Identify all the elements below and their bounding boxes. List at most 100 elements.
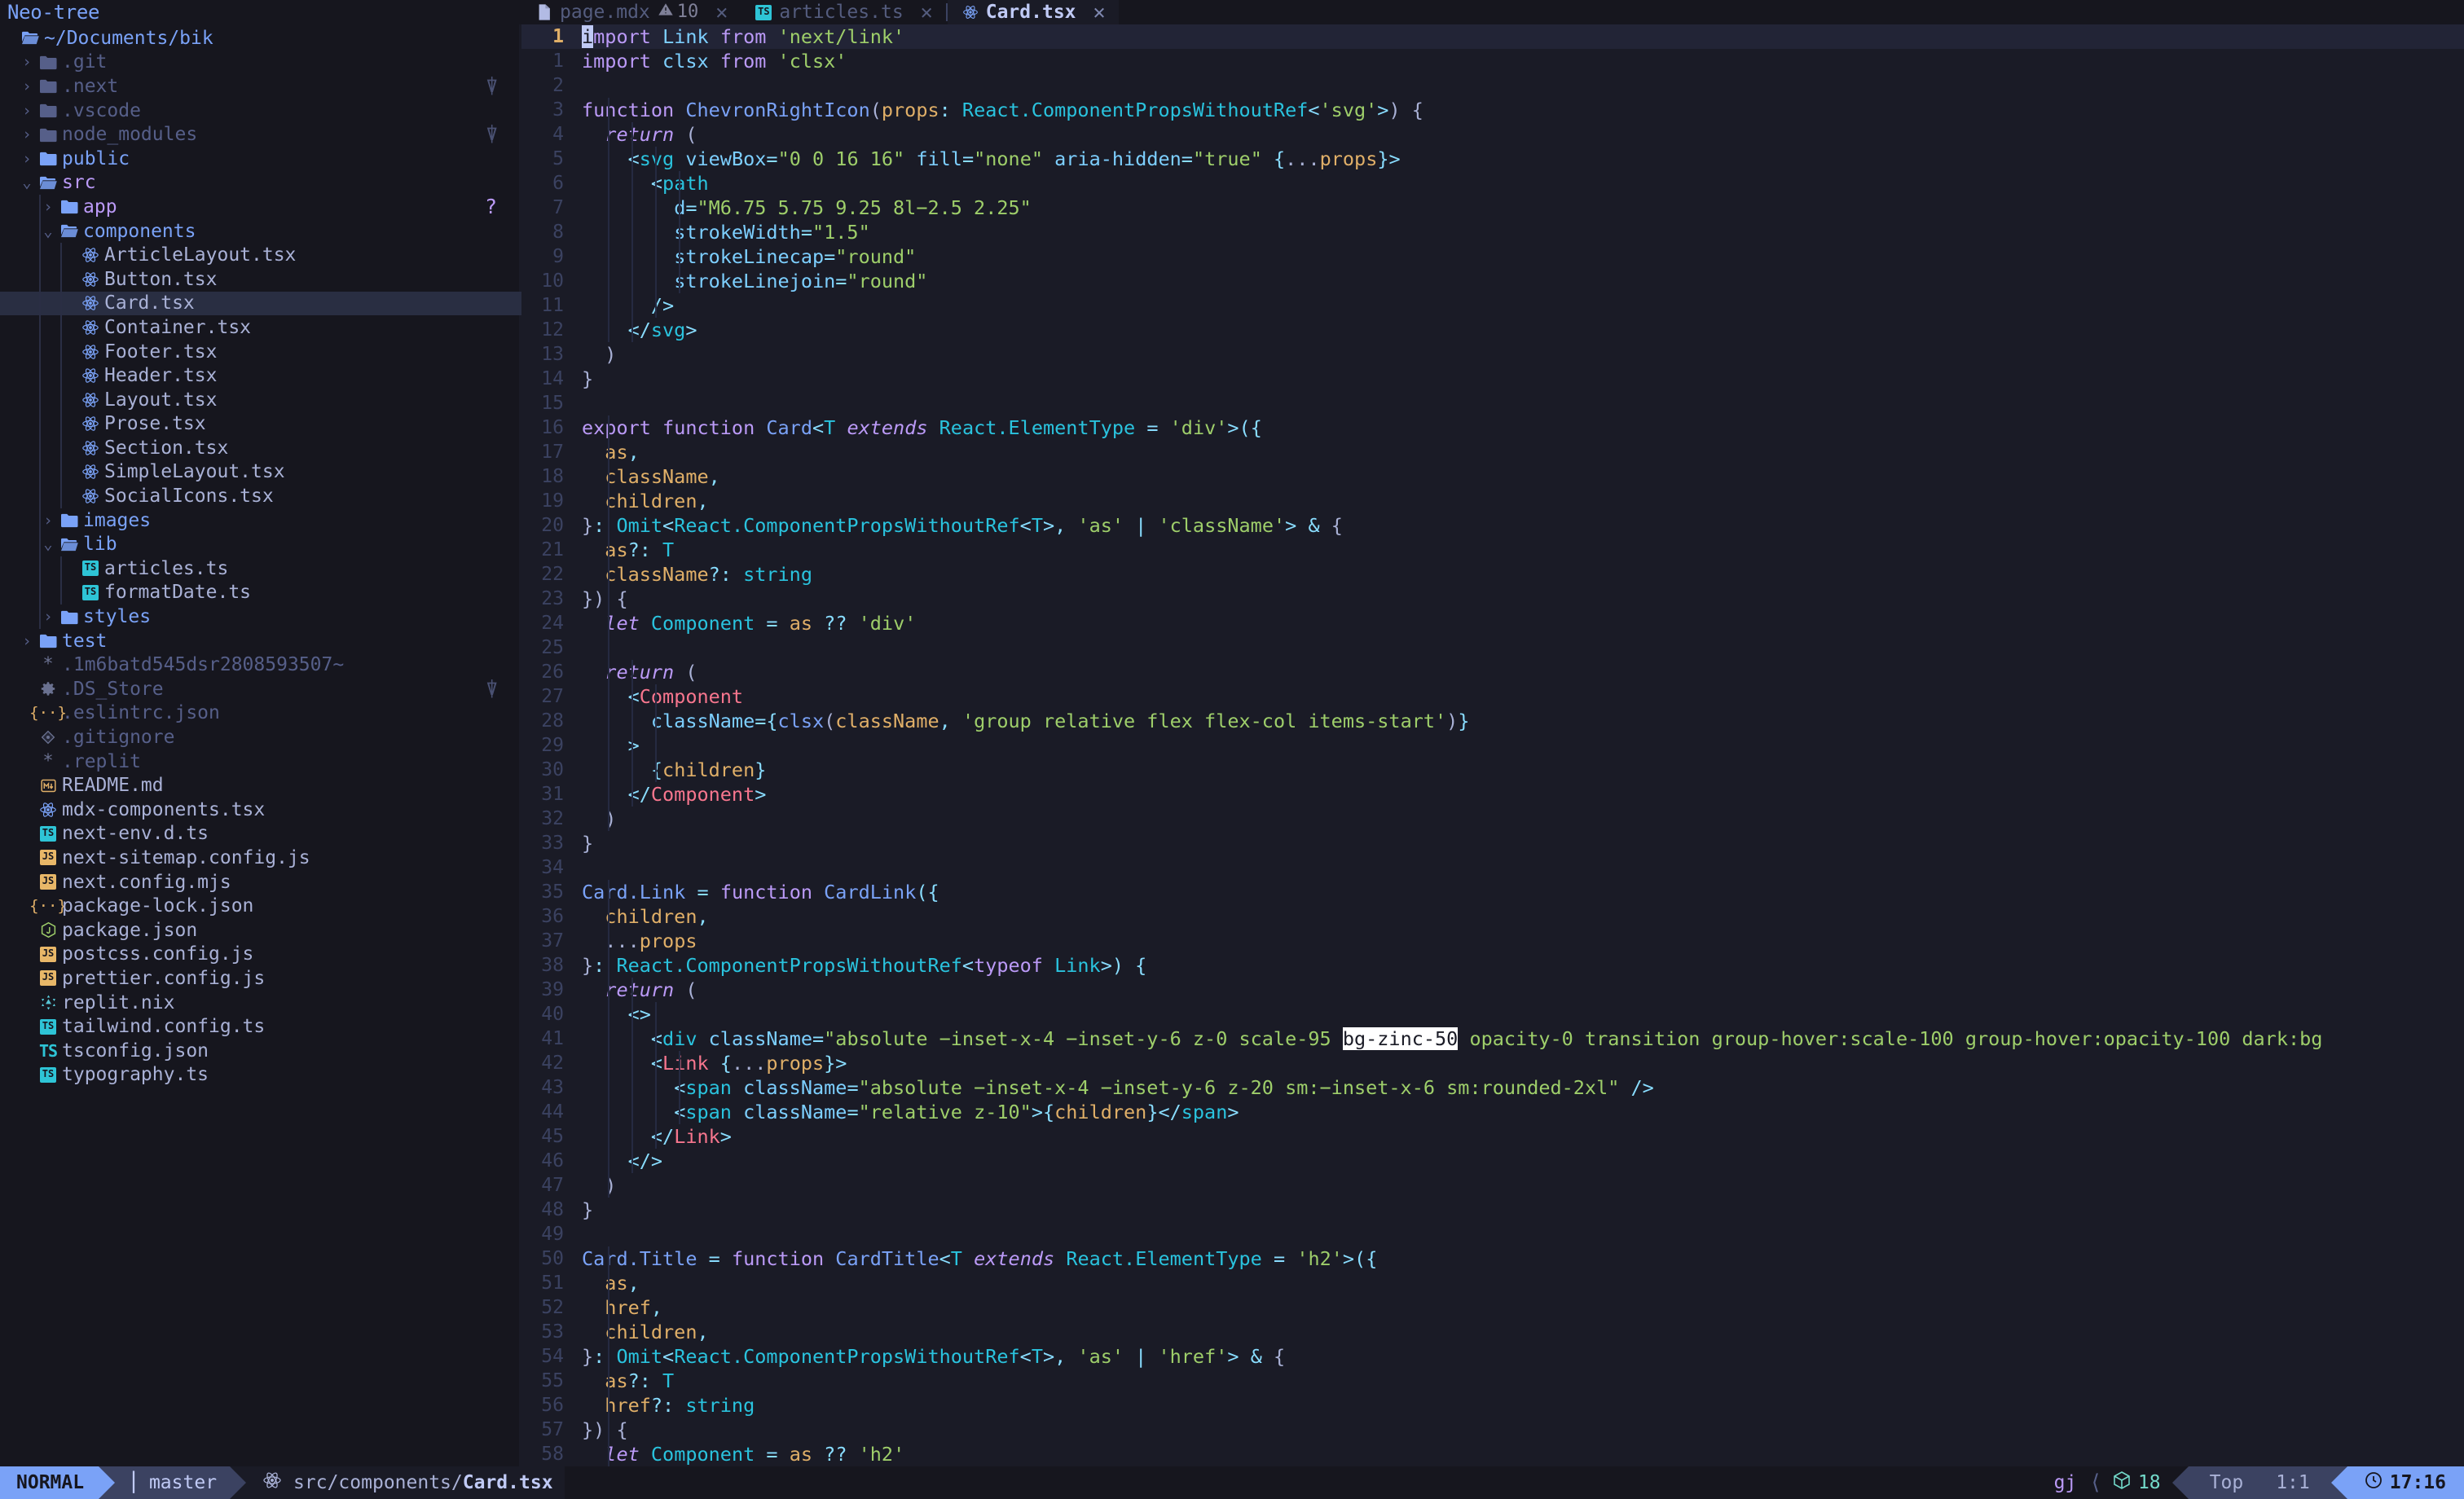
line-content: <svg viewBox="0 0 16 16" fill="none" ari… — [627, 147, 1401, 170]
tab-close-button[interactable]: ✕ — [911, 0, 933, 24]
statusline-right: gj ⟨ 18 Top 1:1 17:16 — [2042, 1466, 2464, 1499]
folder-open-icon — [36, 174, 60, 191]
tab-close-button[interactable]: ✕ — [706, 0, 728, 24]
chevron-right-icon[interactable]: › — [39, 512, 57, 530]
file-explorer-sidebar[interactable]: ~/Documents/bik › .git › .next ⍒ › .vscode › node… — [0, 24, 521, 1466]
line-number: 24 — [541, 613, 564, 634]
file-tree-folder[interactable]: › node_modules ⍒ — [0, 122, 521, 147]
code-line: 23}) { — [521, 587, 2464, 611]
code-line: 17 as, — [521, 440, 2464, 464]
chevron-right-icon[interactable]: › — [18, 125, 36, 143]
file-tree-item[interactable]: TS tsconfig.json — [0, 1039, 521, 1063]
file-tree-item[interactable]: Card.tsx — [0, 291, 521, 316]
tree-guide-line — [60, 556, 62, 605]
chevron-right-icon[interactable]: › — [39, 198, 57, 216]
file-tree-folder[interactable]: › images — [0, 508, 521, 533]
chevron-down-icon[interactable]: ⌄ — [39, 222, 57, 240]
file-tree-item[interactable]: README.md — [0, 773, 521, 798]
file-tree-folder[interactable]: ⌄ components — [0, 219, 521, 244]
file-tree-item[interactable]: * .1m6batd545dsr2808593507~ — [0, 653, 521, 677]
chevron-right-icon[interactable]: › — [39, 608, 57, 626]
file-tree-item[interactable]: TS next-env.d.ts — [0, 822, 521, 846]
file-tree-folder[interactable]: ⌄ lib — [0, 532, 521, 556]
file-tree-item[interactable]: * .replit — [0, 750, 521, 774]
file-tree-item[interactable]: Section.tsx — [0, 436, 521, 460]
code-line: 45 </Link> — [521, 1124, 2464, 1149]
line-content: </> — [627, 1150, 663, 1172]
file-tree-root[interactable]: ~/Documents/bik — [0, 26, 521, 51]
file-tree-item[interactable]: Footer.tsx — [0, 340, 521, 364]
line-number: 30 — [541, 759, 564, 780]
chevron-right-icon[interactable]: › — [18, 150, 36, 168]
file-tree-item-label: Layout.tsx — [104, 389, 218, 411]
tab-close-button[interactable]: ✕ — [1084, 0, 1106, 24]
file-tree-item[interactable]: TS tailwind.config.ts — [0, 1014, 521, 1039]
file-tree-folder[interactable]: › app? — [0, 195, 521, 219]
file-tree-folder[interactable]: › .next ⍒ — [0, 74, 521, 99]
chevron-right-icon[interactable]: › — [18, 53, 36, 71]
line-content: }) { — [582, 1418, 628, 1441]
file-tree-item[interactable]: package.json — [0, 918, 521, 943]
file-tree-item[interactable]: TS formatDate.ts — [0, 581, 521, 605]
file-tree-item[interactable]: ArticleLayout.tsx — [0, 243, 521, 267]
file-tree-item[interactable]: Button.tsx — [0, 267, 521, 292]
code-line: 48} — [521, 1198, 2464, 1222]
file-tree-item[interactable]: Header.tsx — [0, 363, 521, 388]
top-row: Neo-tree page.mdx 10 ✕ TS articles.ts ✕ Card.t… — [0, 0, 2464, 24]
folder-open-icon — [18, 29, 42, 46]
file-tree-folder[interactable]: › .git — [0, 51, 521, 75]
file-tree-folder[interactable]: › test — [0, 629, 521, 653]
file-tree-folder[interactable]: › public — [0, 147, 521, 171]
file-tree-item-label: styles — [83, 606, 152, 628]
file-tree-item[interactable]: JS next-sitemap.config.js — [0, 846, 521, 870]
line-content: <span className="absolute −inset-x-4 −in… — [674, 1076, 1654, 1099]
chevron-down-icon[interactable]: ⌄ — [18, 174, 36, 191]
file-tree-item[interactable]: JS postcss.config.js — [0, 943, 521, 967]
file-tree-item-label: prettier.config.js — [62, 967, 266, 989]
file-tree-item[interactable]: TS typography.ts — [0, 1063, 521, 1088]
line-content: d="M6.75 5.75 9.25 8l−2.5 2.25" — [674, 196, 1032, 219]
git-branch-icon: ⎮ — [128, 1472, 139, 1493]
file-tree-item[interactable]: .DS_Store ⍒ — [0, 677, 521, 701]
file-tree-item[interactable]: SocialIcons.tsx — [0, 484, 521, 508]
file-tree-item-label: SimpleLayout.tsx — [104, 461, 285, 483]
code-line: 22 className?: string — [521, 562, 2464, 587]
file-tree-folder[interactable]: ⌄ src — [0, 171, 521, 196]
file-tree-item-label: .eslintrc.json — [62, 702, 220, 724]
file-tree-item[interactable]: replit.nix — [0, 991, 521, 1015]
code-line: 24 let Component = as ?? 'div' — [521, 611, 2464, 635]
file-tree-item[interactable]: mdx-components.tsx — [0, 798, 521, 822]
file-tree-item[interactable]: JS prettier.config.js — [0, 966, 521, 991]
line-number: 25 — [541, 637, 564, 658]
file-tree-item[interactable]: TS articles.ts — [0, 556, 521, 581]
chevron-down-icon[interactable]: ⌄ — [39, 535, 57, 553]
line-number: 1 — [552, 51, 564, 72]
line-content: children, — [605, 490, 709, 512]
chevron-right-icon[interactable]: › — [18, 632, 36, 650]
file-tree-item[interactable]: Prose.tsx — [0, 412, 521, 437]
file-tree-item[interactable]: JS next.config.mjs — [0, 870, 521, 895]
line-number: 14 — [541, 368, 564, 389]
file-tree-item[interactable]: {··} package-lock.json — [0, 894, 521, 918]
file-tree-item[interactable]: Container.tsx — [0, 315, 521, 340]
line-content: let Component = as ?? 'div' — [605, 612, 917, 635]
tab-articles-ts[interactable]: TS articles.ts ✕ — [741, 0, 946, 24]
file-tree-folder[interactable]: › .vscode — [0, 99, 521, 123]
file-tree-item[interactable]: {··} .eslintrc.json — [0, 701, 521, 726]
pos-separator-arrow-left — [2171, 1466, 2189, 1499]
file-tree-item[interactable]: SimpleLayout.tsx — [0, 460, 521, 485]
tab-card-tsx[interactable]: Card.tsx ✕ — [947, 0, 1119, 24]
code-line: 44 <span className="relative z-10">{chil… — [521, 1100, 2464, 1124]
chevron-right-icon[interactable]: › — [18, 102, 36, 120]
line-content: return ( — [605, 978, 697, 1001]
code-line: 9 strokeLinecap="round" — [521, 244, 2464, 269]
code-line: 20}: Omit<React.ComponentPropsWithoutRef… — [521, 513, 2464, 538]
file-tree-item[interactable]: .gitignore — [0, 725, 521, 750]
tree-guide-line — [39, 195, 41, 629]
file-tree-item[interactable]: Layout.tsx — [0, 388, 521, 412]
tab-page-mdx[interactable]: page.mdx 10 ✕ — [521, 0, 741, 24]
code-editor[interactable]: 1 import Link from 'next/link' 1 import cls… — [521, 24, 2464, 1466]
chevron-right-icon[interactable]: › — [18, 77, 36, 95]
file-tree-folder[interactable]: › styles — [0, 604, 521, 629]
code-line: 43 <span className="absolute −inset-x-4 … — [521, 1075, 2464, 1100]
